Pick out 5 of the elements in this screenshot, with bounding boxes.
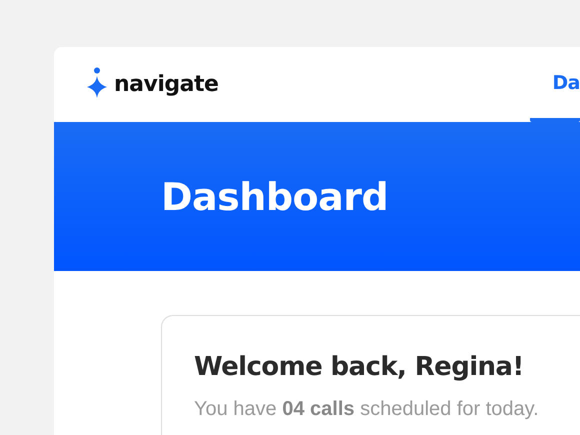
welcome-title: Welcome back, Regina! (194, 352, 525, 382)
logo-text: navigate (114, 72, 218, 97)
page-title: Dashboard (161, 174, 388, 218)
welcome-message: You have 04 calls scheduled for today. (194, 398, 540, 421)
logo-icon (86, 66, 108, 98)
